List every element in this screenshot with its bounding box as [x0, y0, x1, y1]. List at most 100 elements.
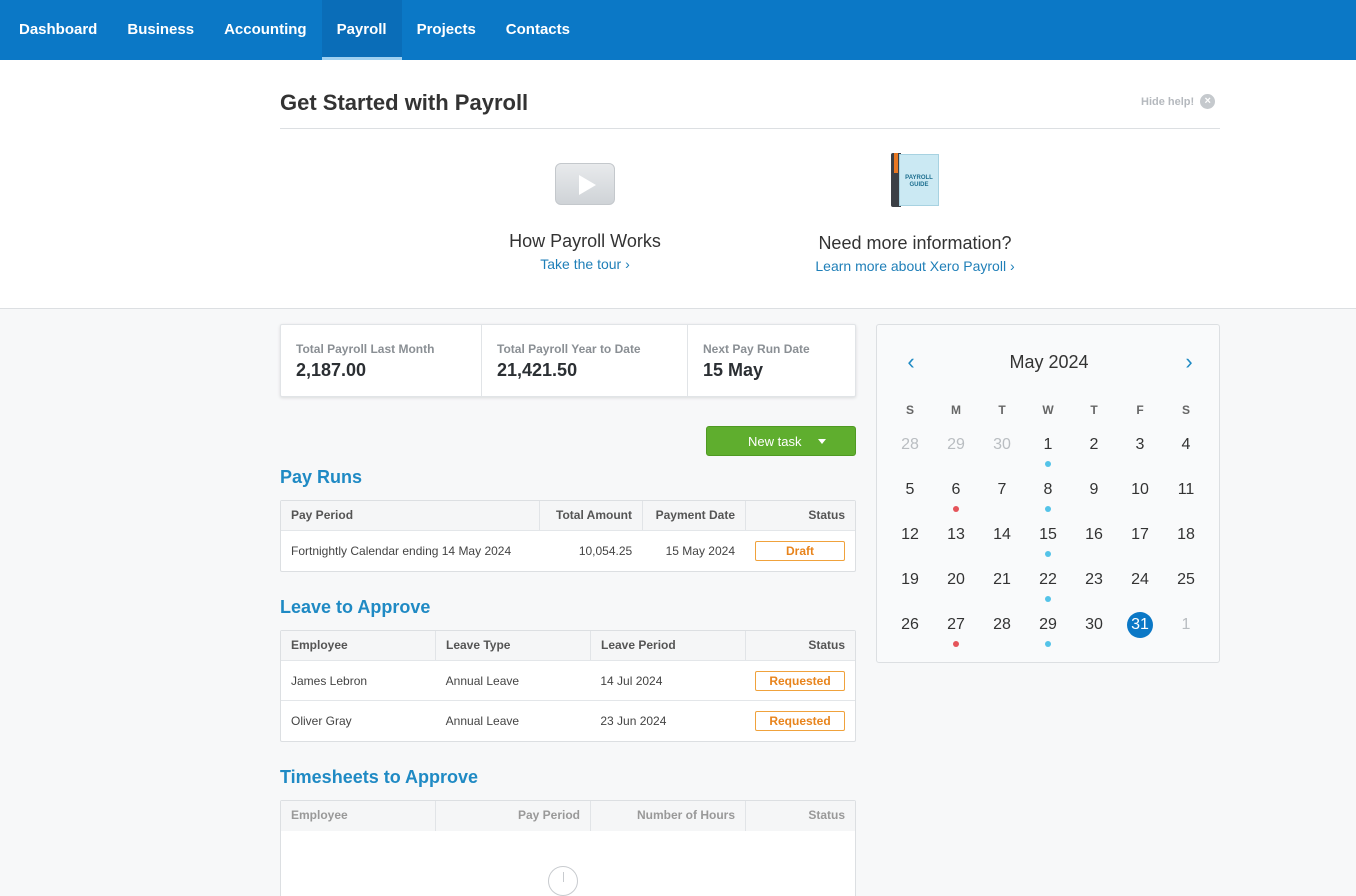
- stat-year-to-date: Total Payroll Year to Date 21,421.50: [482, 325, 688, 396]
- how-payroll-works-heading: How Payroll Works: [509, 231, 661, 251]
- new-task-button[interactable]: New task: [706, 426, 856, 456]
- calendar-day[interactable]: 23: [1071, 567, 1117, 612]
- calendar-day[interactable]: 11: [1163, 477, 1209, 522]
- more-info: PAYROLL GUIDE Need more information? Lea…: [790, 150, 1040, 274]
- calendar-day[interactable]: 16: [1071, 522, 1117, 567]
- chevron-right-icon[interactable]: ›: [1179, 349, 1199, 375]
- calendar-day[interactable]: 26: [887, 612, 933, 657]
- day-number: 15: [1039, 526, 1057, 543]
- column-header[interactable]: Number of Hours: [591, 801, 746, 831]
- day-number: 29: [947, 436, 965, 453]
- calendar-day[interactable]: 27: [933, 612, 979, 657]
- employee-cell[interactable]: Oliver Gray: [281, 701, 436, 741]
- day-of-week-label: S: [1181, 403, 1190, 417]
- calendar-day[interactable]: 3: [1117, 432, 1163, 477]
- day-of-week-label: T: [998, 403, 1006, 417]
- calendar-day[interactable]: 1: [1025, 432, 1071, 477]
- calendar-day[interactable]: 13: [933, 522, 979, 567]
- learn-more-link[interactable]: Learn more about Xero Payroll ›: [790, 258, 1040, 274]
- day-number: 1: [1043, 436, 1053, 453]
- nav-accounting[interactable]: Accounting: [209, 0, 322, 60]
- calendar-day[interactable]: 28: [979, 612, 1025, 657]
- timesheets-to-approve-title[interactable]: Timesheets to Approve: [280, 767, 478, 788]
- calendar-day[interactable]: 1: [1163, 612, 1209, 657]
- calendar-day[interactable]: 20: [933, 567, 979, 612]
- table-header: Employee Leave Type Leave Period Status: [281, 631, 855, 661]
- pay-period-cell[interactable]: Fortnightly Calendar ending 14 May 2024: [281, 531, 539, 571]
- column-header[interactable]: Pay Period: [436, 801, 591, 831]
- calendar-day[interactable]: 12: [887, 522, 933, 567]
- calendar-day[interactable]: 4: [1163, 432, 1209, 477]
- play-video-icon[interactable]: [555, 163, 615, 205]
- calendar-day[interactable]: 21: [979, 567, 1025, 612]
- column-header[interactable]: Status: [746, 631, 855, 660]
- calendar-day[interactable]: 7: [979, 477, 1025, 522]
- calendar-day[interactable]: 2: [1071, 432, 1117, 477]
- calendar-day[interactable]: 24: [1117, 567, 1163, 612]
- table-row[interactable]: Oliver Gray Annual Leave 23 Jun 2024 Req…: [281, 701, 855, 741]
- column-header[interactable]: Status: [746, 501, 855, 530]
- event-dot-icon: [1045, 596, 1051, 602]
- take-tour-link[interactable]: Take the tour ›: [480, 256, 690, 272]
- column-header[interactable]: Status: [746, 801, 855, 831]
- column-header[interactable]: Payment Date: [643, 501, 746, 530]
- day-number: 7: [997, 481, 1007, 498]
- calendar-day[interactable]: 25: [1163, 567, 1209, 612]
- calendar-day[interactable]: 9: [1071, 477, 1117, 522]
- day-number: 30: [993, 436, 1011, 453]
- day-number: 14: [993, 526, 1011, 543]
- column-header[interactable]: Employee: [281, 801, 436, 831]
- day-number: 26: [901, 616, 919, 633]
- calendar-day[interactable]: 28: [887, 432, 933, 477]
- calendar-day[interactable]: 10: [1117, 477, 1163, 522]
- nav-dashboard[interactable]: Dashboard: [0, 0, 112, 60]
- payroll-guide-book-icon[interactable]: PAYROLL GUIDE: [891, 153, 939, 207]
- stat-value: 2,187.00: [296, 360, 367, 380]
- status-cell: Draft: [745, 531, 855, 571]
- nav-business[interactable]: Business: [112, 0, 209, 60]
- divider: [280, 128, 1220, 129]
- calendar-day[interactable]: 29: [933, 432, 979, 477]
- calendar-day[interactable]: 22: [1025, 567, 1071, 612]
- calendar-day[interactable]: 15: [1025, 522, 1071, 567]
- status-cell: Requested: [745, 661, 855, 700]
- calendar-day[interactable]: 5: [887, 477, 933, 522]
- hide-help-button[interactable]: Hide help! ×: [1141, 94, 1216, 109]
- day-number: 2: [1089, 436, 1099, 453]
- nav-projects[interactable]: Projects: [402, 0, 491, 60]
- leave-to-approve-title[interactable]: Leave to Approve: [280, 597, 430, 618]
- table-row[interactable]: Fortnightly Calendar ending 14 May 2024 …: [281, 531, 855, 571]
- day-number: 11: [1177, 481, 1195, 498]
- employee-cell[interactable]: James Lebron: [281, 661, 436, 700]
- calendar-day[interactable]: 14: [979, 522, 1025, 567]
- calendar-day[interactable]: 8: [1025, 477, 1071, 522]
- column-header[interactable]: Leave Period: [591, 631, 746, 660]
- chevron-down-icon[interactable]: [818, 438, 827, 444]
- day-number: 22: [1039, 571, 1057, 588]
- column-header[interactable]: Leave Type: [436, 631, 591, 660]
- day-number: 24: [1131, 571, 1149, 588]
- calendar-day[interactable]: 18: [1163, 522, 1209, 567]
- calendar-day[interactable]: 30: [1071, 612, 1117, 657]
- calendar-day[interactable]: 29: [1025, 612, 1071, 657]
- calendar-day[interactable]: 30: [979, 432, 1025, 477]
- day-number: 28: [901, 436, 919, 453]
- column-header[interactable]: Pay Period: [281, 501, 540, 530]
- day-of-week-label: S: [905, 403, 914, 417]
- nav-payroll[interactable]: Payroll: [321, 0, 402, 60]
- close-icon[interactable]: ×: [1200, 94, 1216, 109]
- day-number: 9: [1089, 481, 1099, 498]
- nav-contacts[interactable]: Contacts: [491, 0, 585, 60]
- day-number: 21: [993, 571, 1011, 588]
- column-header[interactable]: Employee: [281, 631, 436, 660]
- pay-runs-title[interactable]: Pay Runs: [280, 467, 362, 488]
- calendar-day[interactable]: 19: [887, 567, 933, 612]
- table-row[interactable]: James Lebron Annual Leave 14 Jul 2024 Re…: [281, 661, 855, 701]
- column-header[interactable]: Total Amount: [540, 501, 643, 530]
- calendar-day-today[interactable]: 31: [1117, 612, 1163, 657]
- calendar-day[interactable]: 17: [1117, 522, 1163, 567]
- calendar-day[interactable]: 6: [933, 477, 979, 522]
- day-number: 8: [1043, 481, 1053, 498]
- pay-runs-table: Pay Period Total Amount Payment Date Sta…: [280, 500, 856, 572]
- event-dot-icon: [953, 506, 959, 512]
